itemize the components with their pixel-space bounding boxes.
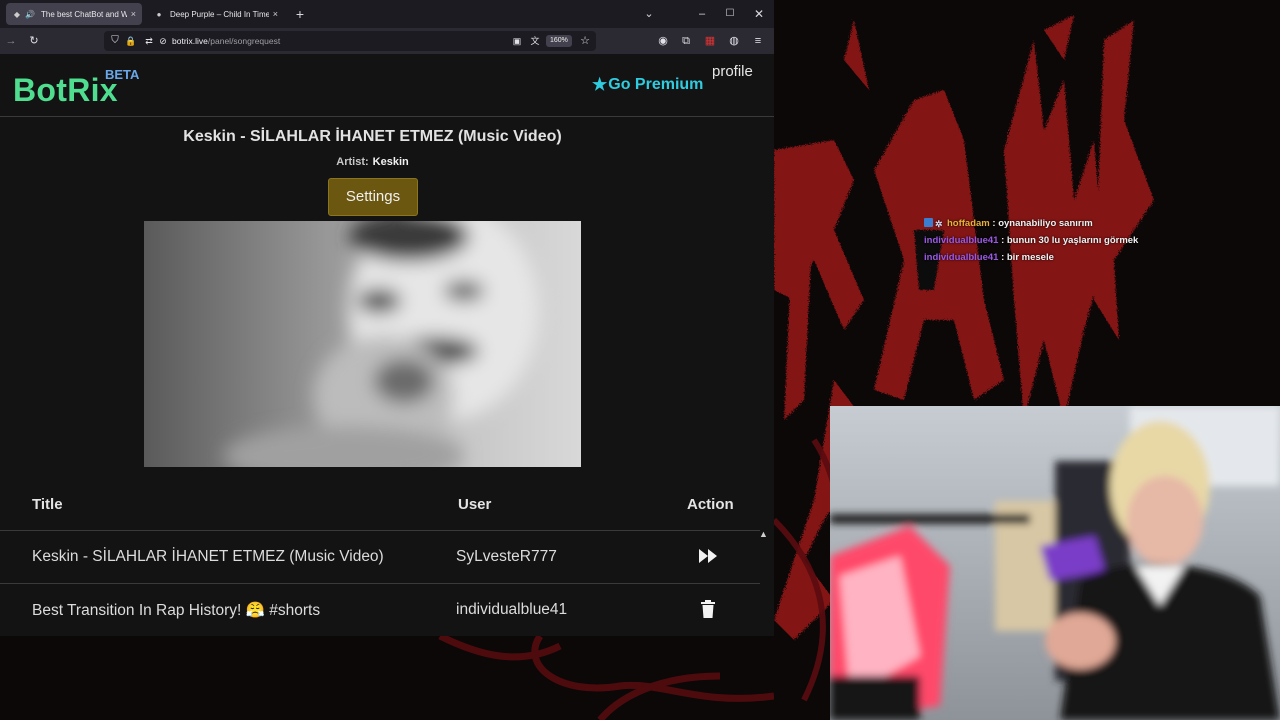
verified-badge-icon: [924, 218, 933, 227]
chat-text: : oynanabiliyo sanırım: [992, 218, 1093, 229]
video-frame: [144, 221, 581, 467]
tab-close-icon[interactable]: ×: [131, 9, 136, 19]
stream-chat-overlay: ✲ hoffadam : oynanabiliyo sanırım individ…: [924, 218, 1264, 269]
now-playing-title: Keskin - SİLAHLAR İHANET ETMEZ (Music Vi…: [183, 128, 562, 145]
maximize-icon[interactable]: ☐: [723, 0, 737, 28]
speaker-icon[interactable]: 🔊: [25, 9, 35, 19]
minimize-icon[interactable]: –: [695, 0, 709, 28]
botrix-logo[interactable]: BotRix: [13, 72, 118, 109]
profile-link[interactable]: profile: [712, 63, 753, 80]
tab-botrix[interactable]: ◆ 🔊 The best ChatBot and Widg ×: [6, 3, 142, 25]
settings-button[interactable]: Settings: [328, 178, 418, 216]
queue-table-header: Title User Action: [0, 486, 760, 530]
chat-message: individualblue41 : bir mesele: [924, 252, 1264, 269]
now-playing-artist: Artist: Keskin: [0, 156, 745, 168]
tab-strip: ◆ 🔊 The best ChatBot and Widg × ● Deep P…: [0, 0, 774, 28]
skip-forward-icon[interactable]: [698, 547, 720, 567]
browser-window: ◆ 🔊 The best ChatBot and Widg × ● Deep P…: [0, 0, 774, 636]
chat-message: ✲ hoffadam : oynanabiliyo sanırım: [924, 218, 1264, 235]
chat-username: hoffadam: [947, 218, 990, 229]
navigation-toolbar: → ↻ ⛉ 🔒 ⇄ ⊘ botrix.live/panel/songreques…: [0, 28, 774, 54]
column-action: Action: [687, 496, 734, 513]
address-bar[interactable]: ⛉ 🔒 ⇄ ⊘ botrix.live/panel/songrequest ▣ …: [104, 31, 596, 51]
go-premium-label: Go Premium: [608, 76, 704, 93]
permissions-icon[interactable]: ⇄: [142, 31, 156, 51]
row-title: Best Transition In Rap History! 😤 #short…: [32, 602, 321, 619]
youtube-icon: ●: [156, 9, 162, 19]
autoplay-icon[interactable]: ⊘: [156, 31, 170, 51]
row-user: SyLvesteR777: [456, 548, 557, 565]
url-text[interactable]: botrix.live/panel/songrequest: [172, 31, 280, 51]
star-icon: ★: [592, 75, 608, 94]
tracking-shield-icon[interactable]: ⛉: [108, 31, 122, 51]
back-icon[interactable]: →: [4, 28, 18, 54]
chat-message: individualblue41 : bunun 30 lu yaşlarını…: [924, 235, 1264, 252]
zoom-level[interactable]: 160%: [546, 35, 572, 47]
webcam-feed: [830, 406, 1280, 720]
extension-badge-icon[interactable]: ▦: [703, 28, 717, 54]
reader-view-icon[interactable]: ▣: [510, 31, 524, 51]
url-host: botrix.live: [172, 36, 208, 46]
chat-username: individualblue41: [924, 235, 999, 246]
account-icon[interactable]: ◉: [656, 28, 670, 54]
trash-icon[interactable]: [700, 600, 722, 620]
header-divider: [0, 116, 774, 117]
scroll-up-icon[interactable]: ▲: [759, 529, 768, 539]
audio-icon: ◆: [13, 9, 21, 19]
webcam-image: [830, 406, 1280, 720]
extensions-icon[interactable]: ⧉: [679, 28, 693, 54]
column-title: Title: [32, 496, 63, 513]
column-user: User: [458, 496, 492, 513]
new-tab-icon[interactable]: +: [293, 0, 307, 28]
chat-username: individualblue41: [924, 252, 999, 263]
list-tabs-icon[interactable]: ⌄: [642, 0, 656, 28]
tab-label: The best ChatBot and Widg: [41, 9, 127, 19]
video-player[interactable]: [144, 221, 581, 467]
tab-label: Deep Purple – Child In Time – Y: [170, 9, 269, 19]
gear-badge-icon: ✲: [935, 219, 943, 229]
extension-mask-icon[interactable]: ◍: [727, 28, 741, 54]
lock-icon[interactable]: 🔒: [124, 31, 138, 51]
reload-icon[interactable]: ↻: [27, 28, 41, 54]
beta-badge: BETA: [105, 67, 140, 82]
stream-scene: ◆ 🔊 The best ChatBot and Widg × ● Deep P…: [0, 0, 1280, 720]
menu-icon[interactable]: ≡: [751, 28, 765, 54]
tab-close-icon[interactable]: ×: [273, 9, 278, 19]
translate-icon[interactable]: 文: [528, 31, 542, 51]
stream-background-lower: [0, 636, 774, 720]
bookmark-star-icon[interactable]: ☆: [578, 31, 592, 51]
chat-text: : bunun 30 lu yaşlarını görmek: [1001, 235, 1139, 246]
artist-label: Artist:: [336, 156, 369, 168]
artist-value: Keskin: [372, 156, 409, 168]
row-user: individualblue41: [456, 601, 568, 618]
go-premium-link[interactable]: ★ Go Premium: [592, 75, 703, 95]
row-title: Keskin - SİLAHLAR İHANET ETMEZ (Music Vi…: [32, 548, 384, 565]
url-path: /panel/songrequest: [207, 36, 281, 46]
window-close-icon[interactable]: ✕: [752, 0, 766, 28]
table-row: Best Transition In Rap History! 😤 #short…: [0, 583, 760, 636]
botrix-song-request-page: BotRix BETA ★ Go Premium profile Keskin …: [0, 54, 774, 636]
chat-text: : bir mesele: [1001, 252, 1054, 263]
table-row: Keskin - SİLAHLAR İHANET ETMEZ (Music Vi…: [0, 530, 760, 583]
tab-deep-purple[interactable]: ● Deep Purple – Child In Time – Y ×: [148, 3, 284, 25]
